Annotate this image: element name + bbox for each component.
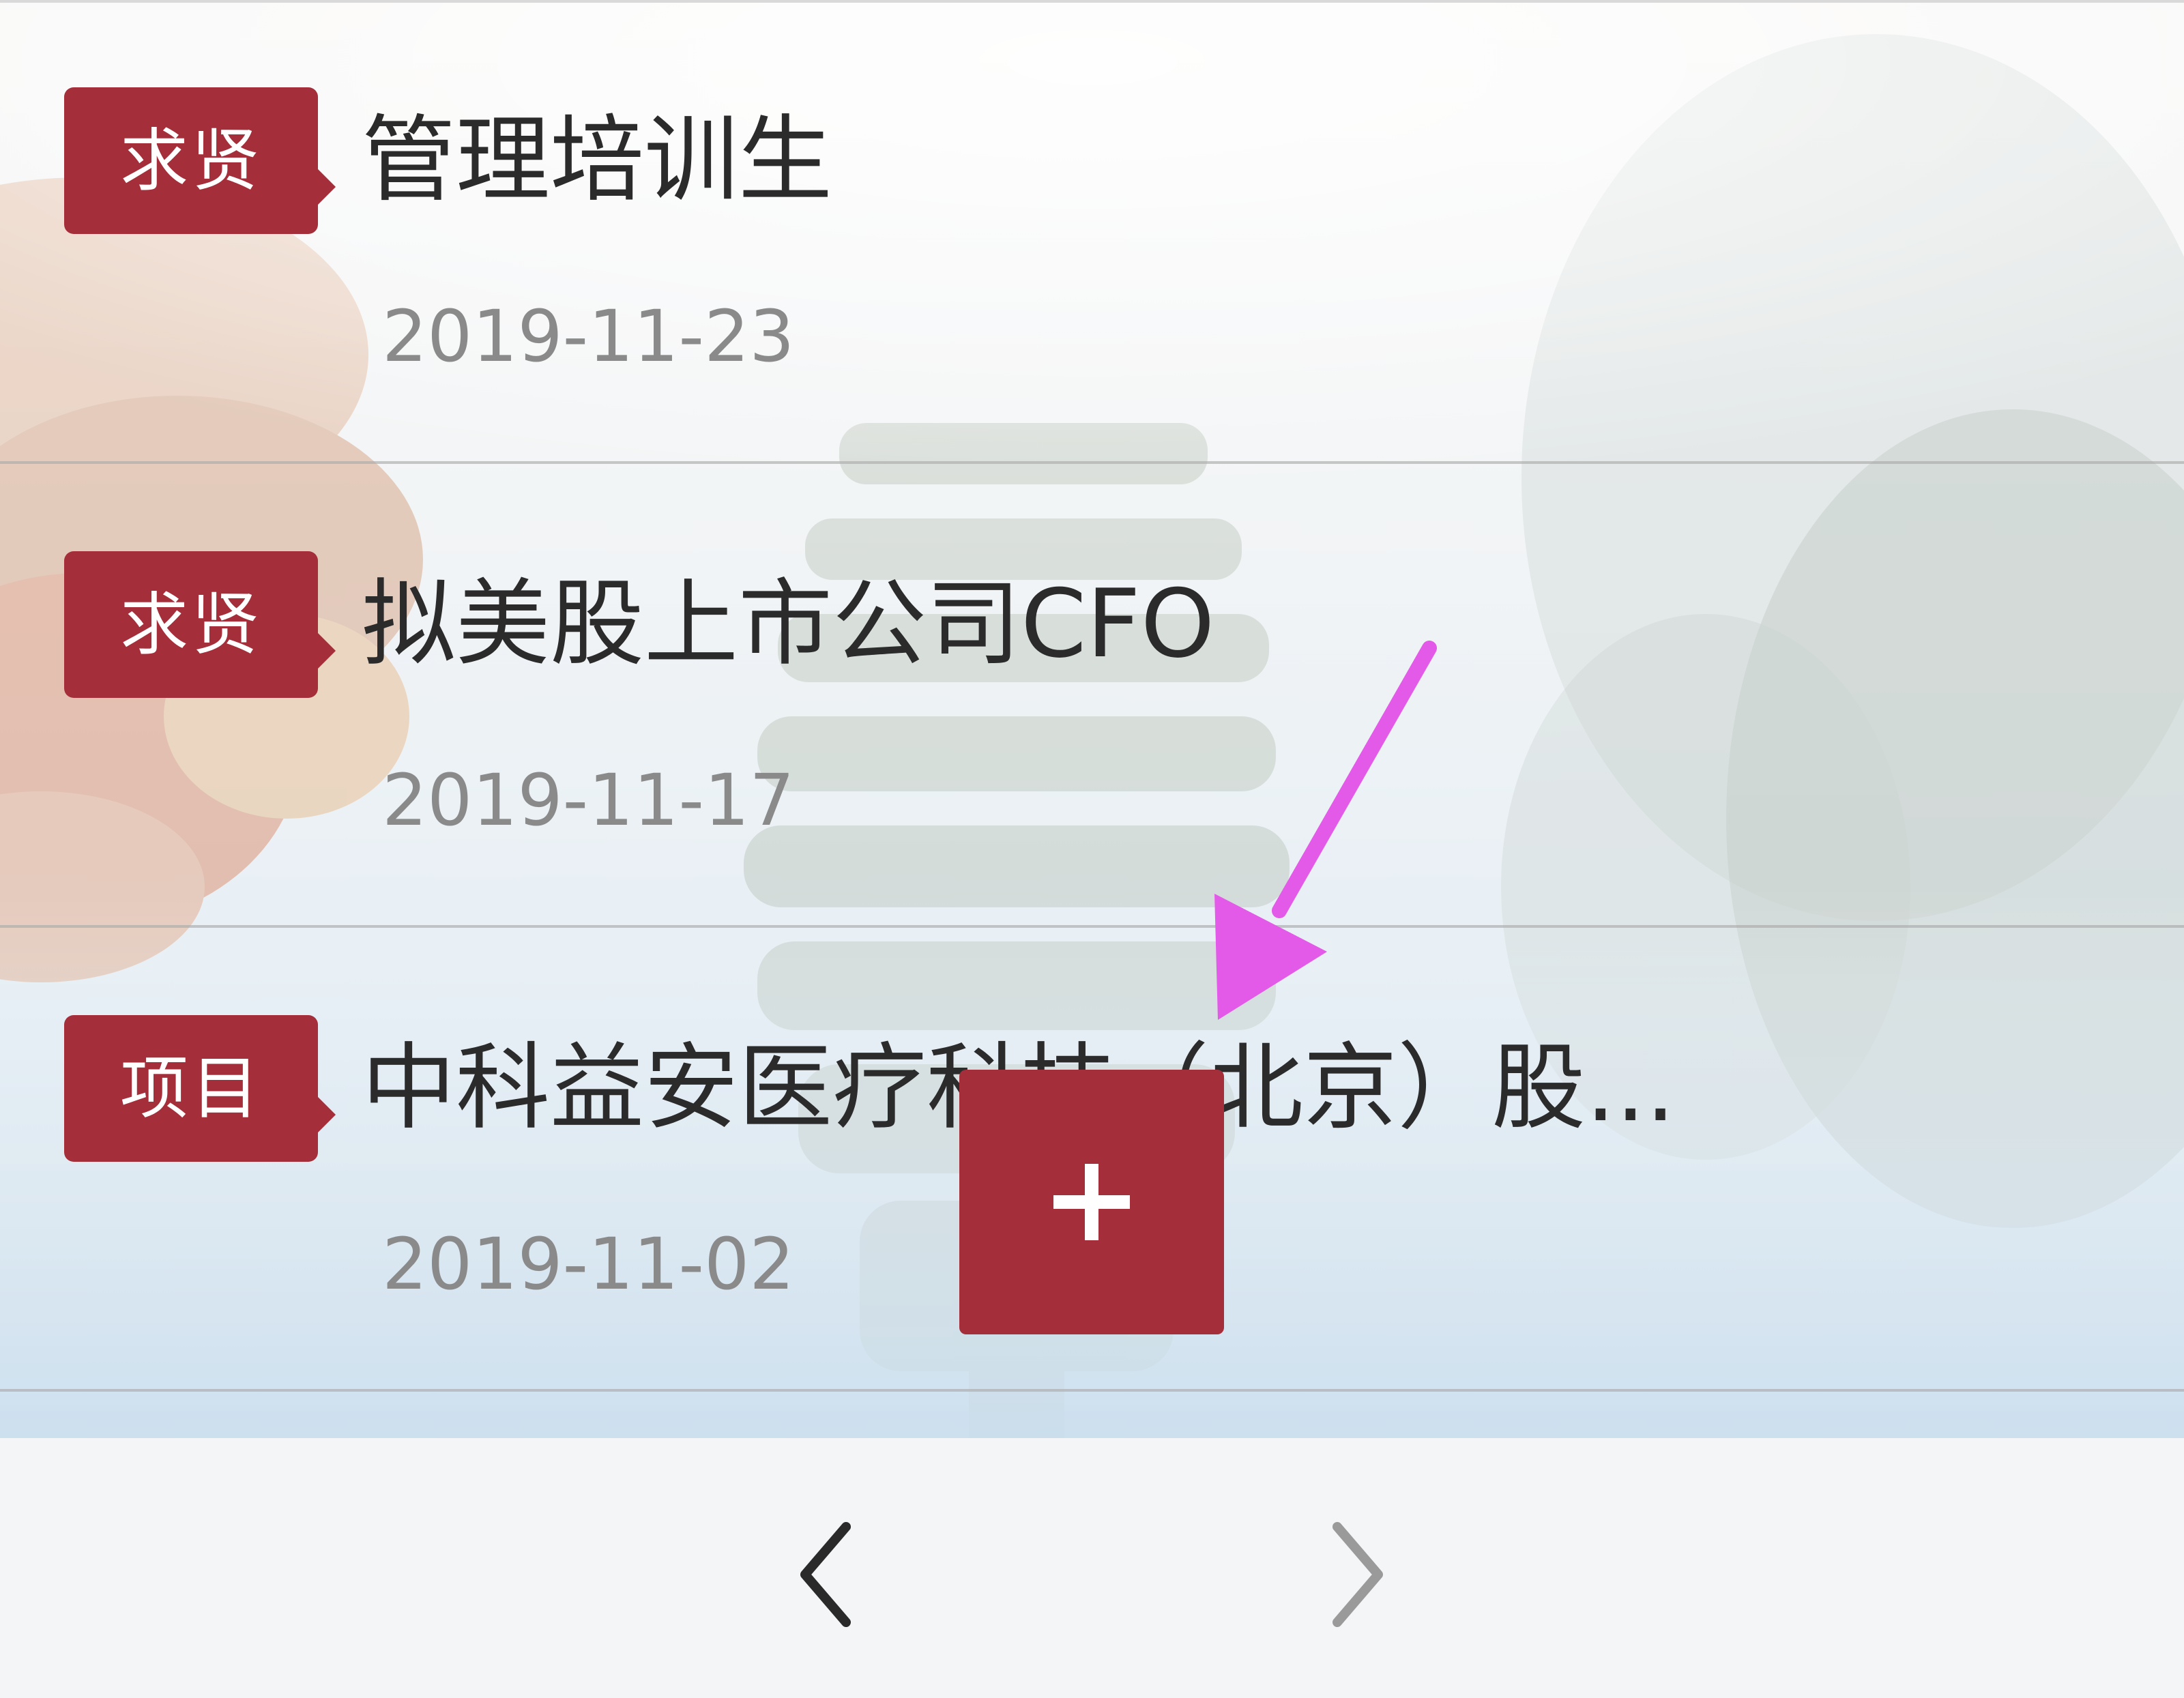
category-tag: 求贤 — [64, 87, 336, 234]
item-title[interactable]: 拟美股上市公司CFO — [362, 566, 1214, 682]
item-date: 2019-11-02 — [382, 1223, 795, 1306]
tag-notch — [317, 1096, 336, 1134]
list-item[interactable]: 求贤 管理培训生 2019-11-23 — [0, 0, 2184, 464]
chevron-left-icon — [800, 1522, 851, 1627]
category-tag-label: 求贤 — [120, 585, 262, 664]
item-date: 2019-11-23 — [382, 295, 795, 378]
add-button[interactable] — [959, 1070, 1224, 1334]
category-tag-label: 求贤 — [120, 121, 262, 201]
chevron-right-icon — [1333, 1522, 1383, 1627]
item-title[interactable]: 管理培训生 — [362, 102, 832, 218]
category-tag-label: 项目 — [120, 1049, 262, 1128]
item-divider — [0, 1389, 2184, 1392]
list-item[interactable]: 求贤 拟美股上市公司CFO 2019-11-17 — [0, 464, 2184, 928]
category-tag: 项目 — [64, 1015, 336, 1162]
back-button[interactable] — [757, 1506, 894, 1643]
forward-button[interactable] — [1290, 1506, 1426, 1643]
app-screen: 求贤 管理培训生 2019-11-23 求贤 拟美股上市公司CFO 2019-1… — [0, 0, 2184, 1698]
item-date: 2019-11-17 — [382, 759, 795, 842]
tag-notch — [317, 168, 336, 206]
category-tag: 求贤 — [64, 551, 336, 698]
bottom-navigation-bar — [0, 1438, 2184, 1698]
tag-notch — [317, 632, 336, 670]
